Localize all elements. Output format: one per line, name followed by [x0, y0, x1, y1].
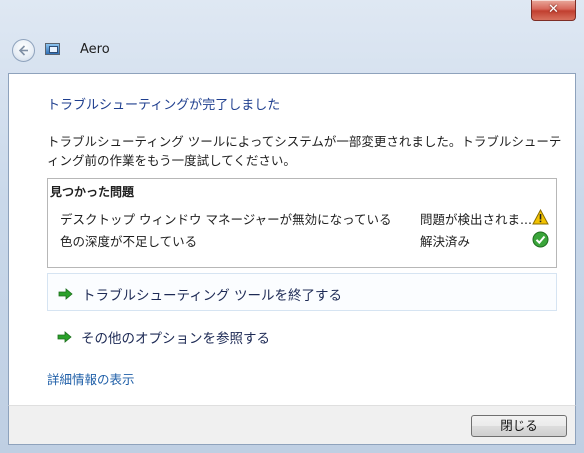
problem-status: 解決済み — [420, 234, 471, 249]
app-icon — [45, 43, 60, 55]
window-frame: ✕ Aero トラブルシューティングが完了しました トラブルシューティング ツー… — [0, 0, 584, 453]
view-details-link[interactable]: 詳細情報の表示 — [47, 369, 135, 388]
option-label: トラブルシューティング ツールを終了する — [82, 288, 342, 304]
problem-row: デスクトップ ウィンドウ マネージャーが無効になっている 問題が検出されま... — [60, 208, 550, 228]
problems-title: 見つかった問題 — [50, 185, 135, 199]
dialog-footer: 閉じる — [8, 405, 576, 445]
window-title: Aero — [80, 42, 110, 57]
problem-name: 色の深度が不足している — [60, 234, 198, 249]
window-close-button[interactable]: ✕ — [531, 0, 576, 21]
green-arrow-icon — [58, 288, 74, 303]
checkmark-icon — [532, 231, 549, 251]
problems-found-box: 見つかった問題 デスクトップ ウィンドウ マネージャーが無効になっている 問題が… — [47, 178, 557, 268]
problem-name: デスクトップ ウィンドウ マネージャーが無効になっている — [60, 212, 392, 227]
close-icon: ✕ — [548, 2, 559, 17]
explore-options-option[interactable]: その他のオプションを参照する — [47, 317, 557, 355]
problem-row: 色の深度が不足している 解決済み — [60, 231, 550, 249]
option-label: その他のオプションを参照する — [81, 331, 270, 347]
description-text: トラブルシューティング ツールによってシステムが一部変更されました。トラブルシュ… — [47, 134, 562, 168]
problem-status: 問題が検出されま... — [420, 212, 532, 227]
content-panel: トラブルシューティングが完了しました トラブルシューティング ツールによってシス… — [8, 73, 576, 405]
exit-troubleshooter-option[interactable]: トラブルシューティング ツールを終了する — [47, 273, 557, 311]
close-button[interactable]: 閉じる — [471, 415, 567, 437]
green-arrow-icon — [57, 331, 73, 346]
page-title: トラブルシューティングが完了しました — [47, 98, 281, 113]
warning-icon — [532, 208, 549, 228]
back-button[interactable] — [12, 39, 35, 62]
back-arrow-icon — [18, 45, 28, 56]
